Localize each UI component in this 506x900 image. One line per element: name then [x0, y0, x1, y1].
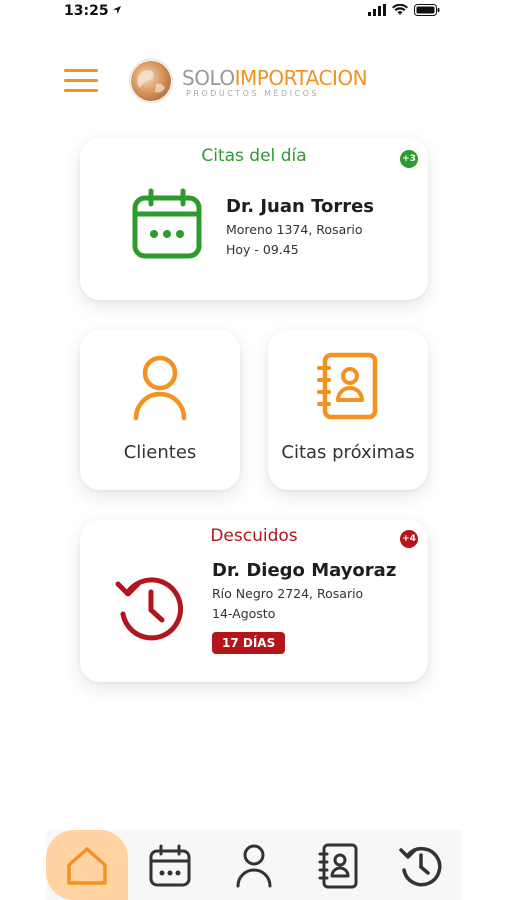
card-title: Citas del día [201, 146, 307, 166]
status-indicators [368, 4, 440, 16]
contact-book-icon [317, 352, 378, 420]
person-icon [236, 844, 272, 888]
person-icon [133, 355, 187, 421]
history-icon [399, 847, 442, 887]
doctor-address: Moreno 1374, Rosario [226, 222, 363, 237]
globe-logo-icon [128, 58, 174, 104]
status-time: 13:25 [64, 3, 109, 19]
count-badge: +3 [400, 150, 418, 168]
appointment-time: Hoy - 09.45 [226, 242, 299, 257]
wifi-icon [392, 4, 408, 15]
menu-button[interactable] [64, 67, 100, 95]
card-title: Descuidos [210, 526, 298, 546]
days-overdue-badge: 17 DÍAS [212, 632, 286, 654]
tab-home[interactable] [46, 830, 128, 900]
tab-calendar[interactable] [130, 830, 210, 900]
location-arrow-icon [113, 6, 121, 14]
tab-history[interactable] [382, 830, 462, 900]
tab-contacts[interactable] [298, 830, 378, 900]
brand-tagline: PRODUCTOS MÉDICOS [186, 89, 320, 98]
tile-label: Clientes [123, 442, 197, 463]
calendar-icon [132, 188, 202, 259]
battery-icon [414, 4, 440, 16]
appointments-today-card[interactable]: Citas del día +3 Dr. Juan Torres Moreno … [80, 138, 428, 300]
doctor-address: Río Negro 2724, Rosario [212, 586, 364, 601]
bottom-tab-bar [46, 830, 462, 900]
signal-icon [368, 4, 386, 16]
tab-clients[interactable] [214, 830, 294, 900]
last-visit-date: 14-Agosto [212, 606, 276, 621]
count-badge: +4 [400, 530, 418, 548]
doctor-name: Dr. Juan Torres [226, 196, 375, 217]
brand-wordmark: SOLOIMPORTACION [182, 66, 368, 90]
home-icon [67, 847, 107, 885]
clients-tile[interactable]: Clientes [80, 330, 240, 490]
status-bar: 13:25 [0, 0, 506, 22]
doctor-name: Dr. Diego Mayoraz [212, 560, 397, 581]
calendar-icon [149, 844, 191, 887]
missed-followups-card[interactable]: Descuidos +4 Dr. Diego Mayoraz Río Negro… [80, 520, 428, 682]
history-icon [115, 577, 183, 641]
contact-book-icon [318, 843, 358, 889]
brand-logo: SOLOIMPORTACION PRODUCTOS MÉDICOS [128, 56, 388, 110]
tile-label: Citas próximas [281, 442, 415, 463]
upcoming-appointments-tile[interactable]: Citas próximas [268, 330, 428, 490]
